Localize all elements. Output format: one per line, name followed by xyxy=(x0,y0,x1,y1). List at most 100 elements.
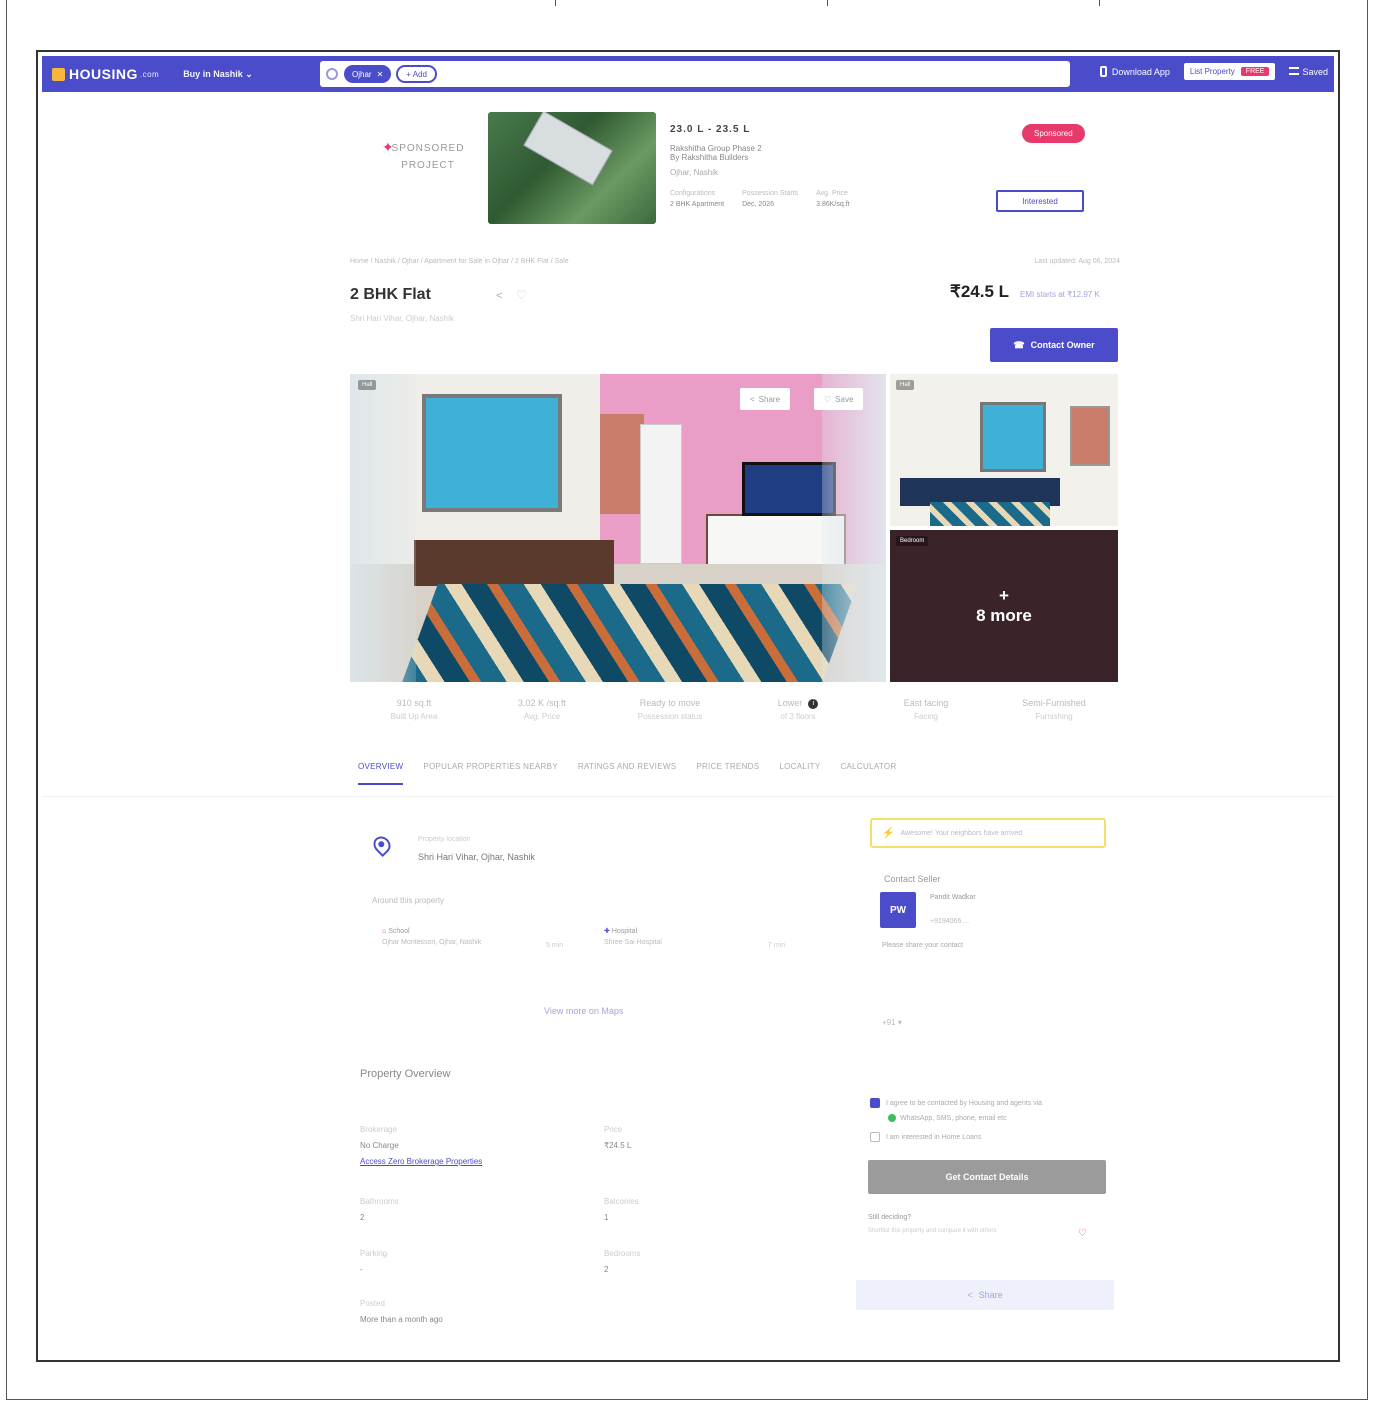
photo-door xyxy=(640,424,682,564)
gallery-thumb[interactable]: Hall xyxy=(890,374,1118,526)
contact-owner-button[interactable]: ☎ Contact Owner xyxy=(990,328,1118,362)
bolt-icon: ⚡ xyxy=(882,827,895,839)
nearby-time: 5 min xyxy=(546,942,564,949)
chip-label: Ojhar xyxy=(352,69,372,79)
browser-screenshot: HOUSING .com Buy in Nashik ⌄ Ojhar ✕ + Ad… xyxy=(36,50,1340,1362)
close-icon[interactable]: ✕ xyxy=(377,70,384,79)
agree-checkbox-row[interactable]: I agree to be contacted by Housing and a… xyxy=(870,1098,1042,1108)
contact-seller-title: Contact Seller xyxy=(884,874,941,884)
edge-mark xyxy=(827,0,828,6)
overview-value: 2 xyxy=(604,1265,609,1274)
property-stats: 910 sq.ft Built Up Area 3.02 K /sq.ft Avg.… xyxy=(350,696,1118,724)
header-actions: Download App List Property FREE Saved xyxy=(1099,63,1328,80)
phone-icon xyxy=(1099,66,1107,77)
plus-icon: + xyxy=(999,586,1009,605)
tab-overview[interactable]: OVERVIEW xyxy=(358,762,404,785)
stat-item: 910 sq.ft Built Up Area xyxy=(350,696,478,724)
overview-value: ₹24.5 L xyxy=(604,1141,632,1150)
overview-key: Balconies xyxy=(604,1197,639,1206)
detail-label: Configurations xyxy=(670,190,716,197)
saved-menu[interactable]: Saved xyxy=(1289,66,1328,77)
location-label: Property location xyxy=(418,836,471,843)
agree-checkbox[interactable] xyxy=(870,1098,880,1108)
housing-logo[interactable]: HOUSING .com xyxy=(52,66,159,82)
photo-tag: Hall xyxy=(358,380,377,390)
school-icon: ⌂ xyxy=(382,928,387,935)
main-gallery-image[interactable]: Hall < Share ♡ Save xyxy=(350,374,886,682)
view-on-maps-link[interactable]: View more on Maps xyxy=(544,1006,623,1016)
nearby-place[interactable]: ⌂ School Ojhar Montessori, Ojhar, Nashik… xyxy=(382,926,563,949)
sponsored-details: Configurations 2 BHK Apartment Possession… xyxy=(670,190,850,208)
locality-chip[interactable]: Ojhar ✕ xyxy=(344,65,392,83)
get-contact-details-button[interactable]: Get Contact Details xyxy=(868,1160,1106,1194)
heart-icon: ♡ xyxy=(824,394,832,404)
home-loan-label: I am interested in Home Loans xyxy=(886,1133,982,1141)
emi-link[interactable]: EMI starts at ₹12.97 K xyxy=(1020,290,1100,299)
sponsored-project-name[interactable]: Rakshitha Group Phase 2 By Rakshitha Buil… xyxy=(670,144,762,162)
share-label: Share xyxy=(758,394,781,404)
overview-item: Price ₹24.5 L xyxy=(604,1122,631,1154)
overview-value: 2 xyxy=(360,1213,365,1222)
info-icon[interactable]: i xyxy=(808,698,819,709)
share-button[interactable]: < Share xyxy=(856,1280,1114,1310)
nearby-name: Ojhar Montessori, Ojhar, Nashik xyxy=(382,939,482,946)
top-navbar: HOUSING .com Buy in Nashik ⌄ Ojhar ✕ + Ad… xyxy=(42,56,1334,92)
whatsapp-label: WhatsApp, SMS, phone, email etc xyxy=(900,1114,1007,1122)
contact-owner-label: Contact Owner xyxy=(1030,340,1095,350)
divider xyxy=(42,796,1334,797)
stat-label: Facing xyxy=(913,712,938,721)
caret-down-icon: ▾ xyxy=(897,1018,902,1027)
interested-button[interactable]: Interested xyxy=(996,190,1084,212)
around-heading: Around this property xyxy=(372,896,445,905)
sponsored-project-image[interactable] xyxy=(488,112,656,224)
photo-window xyxy=(980,402,1046,472)
overview-item: Balconies 1 xyxy=(604,1194,639,1226)
download-app-button[interactable]: Download App xyxy=(1099,66,1170,77)
building-shape xyxy=(523,112,613,186)
nearby-category: ✚ Hospital xyxy=(604,926,744,937)
breadcrumb[interactable]: Home / Nashik / Ojhar / Apartment for Sa… xyxy=(350,258,569,265)
seller-phone: +9194066.... xyxy=(930,918,970,925)
gallery-save-button[interactable]: ♡ Save xyxy=(814,388,864,410)
photo-tag: Hall xyxy=(896,380,915,390)
tab-price-trends[interactable]: PRICE TRENDS xyxy=(696,762,759,785)
overview-item: Parking - xyxy=(360,1246,387,1278)
save-label: Save xyxy=(835,394,854,404)
gallery-share-button[interactable]: < Share xyxy=(740,388,791,410)
overview-item: Bedrooms 2 xyxy=(604,1246,640,1278)
section-tabs: OVERVIEW POPULAR PROPERTIES NEARBY RATIN… xyxy=(358,762,897,785)
gallery-more-thumb[interactable]: Bedroom +8 more xyxy=(890,530,1118,682)
free-badge: FREE xyxy=(1240,67,1270,76)
shortlist-heart-icon[interactable]: ♡ xyxy=(1078,1228,1087,1239)
list-property-button[interactable]: List Property FREE xyxy=(1183,63,1276,80)
nearby-place[interactable]: ✚ Hospital Shree Sai Hospital 7 min xyxy=(604,926,785,949)
home-loan-checkbox-row[interactable]: I am interested in Home Loans xyxy=(870,1132,981,1142)
home-loan-checkbox[interactable] xyxy=(870,1132,880,1142)
logo-text: HOUSING xyxy=(69,66,138,82)
buy-in-city-dropdown[interactable]: Buy in Nashik ⌄ xyxy=(183,69,253,80)
tab-ratings[interactable]: RATINGS AND REVIEWS xyxy=(578,762,676,785)
zero-brokerage-link[interactable]: Access Zero Brokerage Properties xyxy=(360,1154,482,1170)
property-overview-title: Property Overview xyxy=(360,1068,451,1080)
overview-key: Brokerage xyxy=(360,1125,397,1134)
stat-value: 910 sq.ft xyxy=(396,698,432,708)
listing-sublocation: Shri Hari Vihar, Ojhar, Nashik xyxy=(350,314,454,323)
overview-value: 1 xyxy=(604,1213,609,1222)
share-icon[interactable]: < xyxy=(496,290,502,302)
stat-value: East facing xyxy=(903,698,949,708)
detail-value: 2 BHK Apartment xyxy=(670,201,725,208)
tab-popular-properties[interactable]: POPULAR PROPERTIES NEARBY xyxy=(423,762,558,785)
heart-icon[interactable]: ♡ xyxy=(516,288,527,302)
add-locality-chip[interactable]: + Add xyxy=(396,65,437,83)
photo-window xyxy=(422,394,562,512)
chevron-down-icon: ⌄ xyxy=(245,68,253,79)
search-bar[interactable]: Ojhar ✕ + Add xyxy=(320,61,1070,87)
download-app-label: Download App xyxy=(1111,66,1170,77)
sponsored-detail: Possession Starts Dec, 2026 xyxy=(742,190,798,208)
stat-label: Built Up Area xyxy=(390,712,438,721)
country-code-select[interactable]: +91 ▾ xyxy=(882,1018,902,1027)
last-updated: Last updated: Aug 06, 2024 xyxy=(1034,258,1120,265)
tab-calculator[interactable]: CALCULATOR xyxy=(840,762,896,785)
tab-locality[interactable]: LOCALITY xyxy=(779,762,820,785)
stat-item: Semi-Furnished Furnishing xyxy=(990,696,1118,724)
